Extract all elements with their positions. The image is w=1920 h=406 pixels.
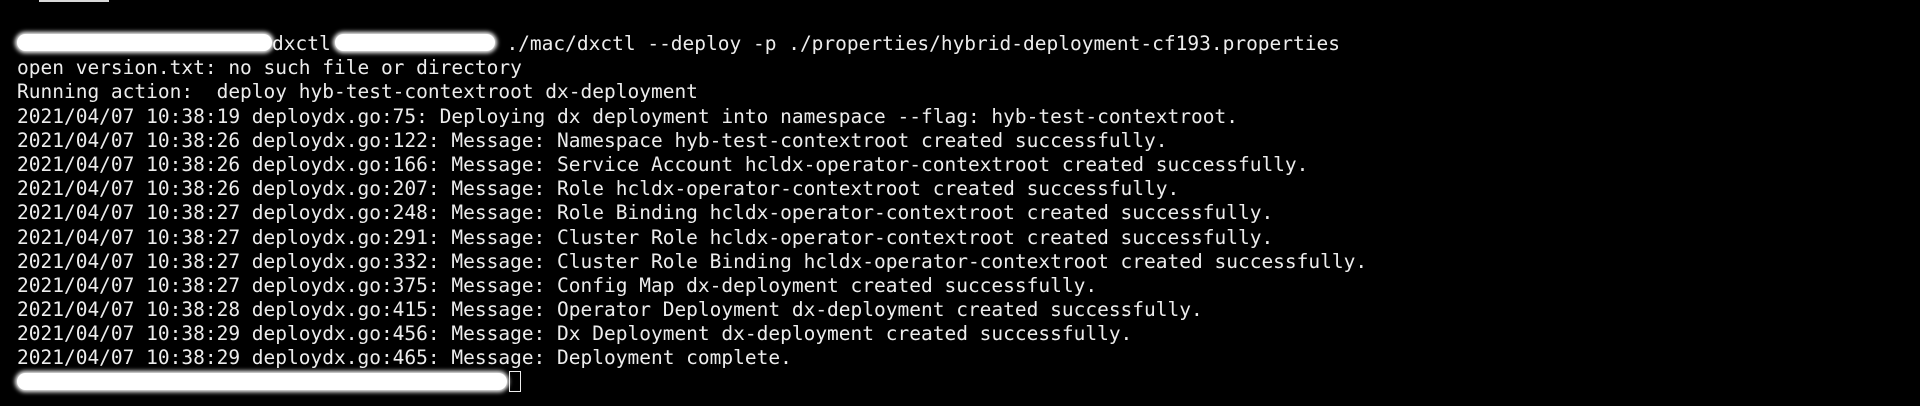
- terminal-window[interactable]: dxctl ./mac/dxctl --deploy -p ./properti…: [0, 0, 1920, 406]
- command-line: dxctl ./mac/dxctl --deploy -p ./properti…: [17, 32, 1920, 56]
- output-line: open version.txt: no such file or direct…: [17, 56, 522, 80]
- output-line: 2021/04/07 10:38:19 deploydx.go:75: Depl…: [17, 104, 1238, 128]
- redacted-prompt: [17, 372, 507, 390]
- top-divider: [39, 0, 109, 2]
- output-line: 2021/04/07 10:38:27 deploydx.go:375: Mes…: [17, 273, 1098, 297]
- output-line: 2021/04/07 10:38:26 deploydx.go:207: Mes…: [17, 177, 1180, 201]
- output-line: 2021/04/07 10:38:27 deploydx.go:248: Mes…: [17, 201, 1274, 225]
- output-line: 2021/04/07 10:38:29 deploydx.go:465: Mes…: [17, 346, 792, 370]
- terminal-output: dxctl ./mac/dxctl --deploy -p ./properti…: [17, 32, 1920, 395]
- output-line: 2021/04/07 10:38:26 deploydx.go:122: Mes…: [17, 128, 1168, 152]
- text-cursor[interactable]: [509, 370, 521, 392]
- redacted-path: [334, 34, 495, 51]
- output-line: Running action: deploy hyb-test-contextr…: [17, 80, 698, 104]
- command-name: dxctl: [272, 32, 331, 55]
- output-line: 2021/04/07 10:38:27 deploydx.go:291: Mes…: [17, 225, 1274, 249]
- output-line: 2021/04/07 10:38:28 deploydx.go:415: Mes…: [17, 298, 1203, 322]
- prompt-line[interactable]: [17, 370, 1920, 395]
- command-args: ./mac/dxctl --deploy -p ./properties/hyb…: [494, 32, 1340, 55]
- output-line: 2021/04/07 10:38:26 deploydx.go:166: Mes…: [17, 152, 1309, 176]
- redacted-prompt: [17, 34, 272, 51]
- output-line: 2021/04/07 10:38:27 deploydx.go:332: Mes…: [17, 249, 1368, 273]
- output-line: 2021/04/07 10:38:29 deploydx.go:456: Mes…: [17, 322, 1133, 346]
